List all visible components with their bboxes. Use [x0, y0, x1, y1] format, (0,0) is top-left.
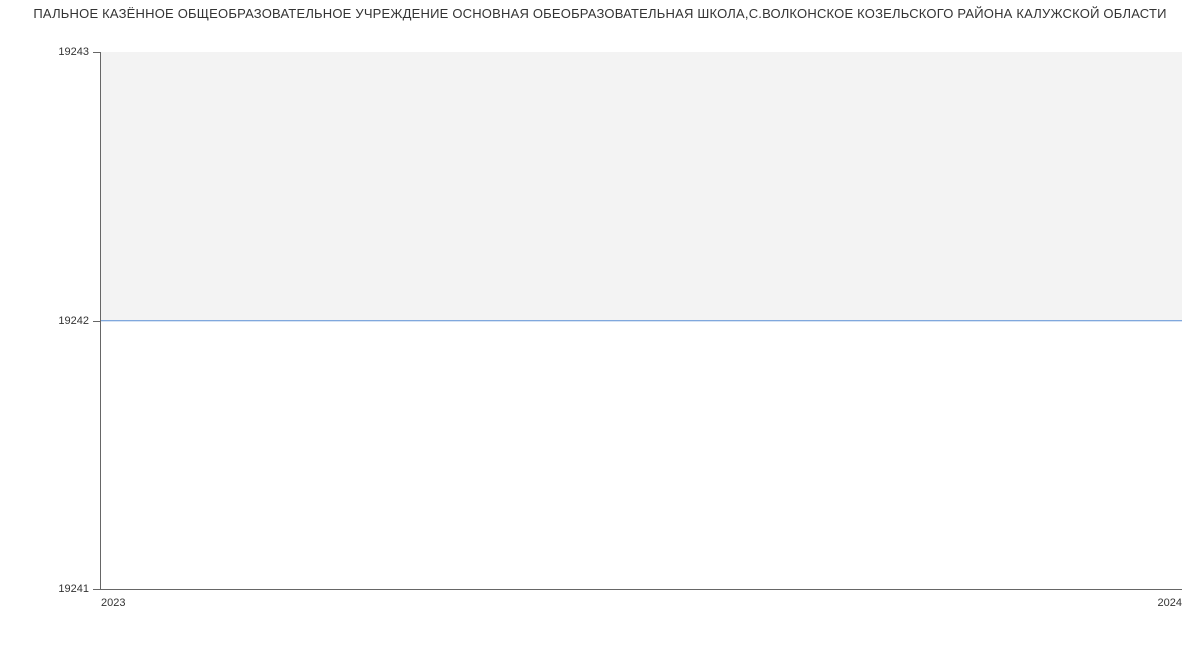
data-line [101, 320, 1182, 321]
y-tick [93, 52, 101, 53]
grid-band [101, 52, 1182, 321]
chart-container: 19243 19242 19241 2023 2024 [0, 28, 1200, 620]
y-axis-label: 19242 [58, 315, 89, 327]
y-tick [93, 321, 101, 322]
y-axis-label: 19243 [58, 46, 89, 58]
y-axis-label: 19241 [58, 583, 89, 595]
y-tick [93, 589, 101, 590]
x-axis-label: 2023 [101, 597, 125, 609]
x-axis-label: 2024 [1158, 597, 1182, 609]
plot-area: 19243 19242 19241 2023 2024 [100, 52, 1182, 590]
chart-title: ПАЛЬНОЕ КАЗЁННОЕ ОБЩЕОБРАЗОВАТЕЛЬНОЕ УЧР… [0, 0, 1200, 21]
